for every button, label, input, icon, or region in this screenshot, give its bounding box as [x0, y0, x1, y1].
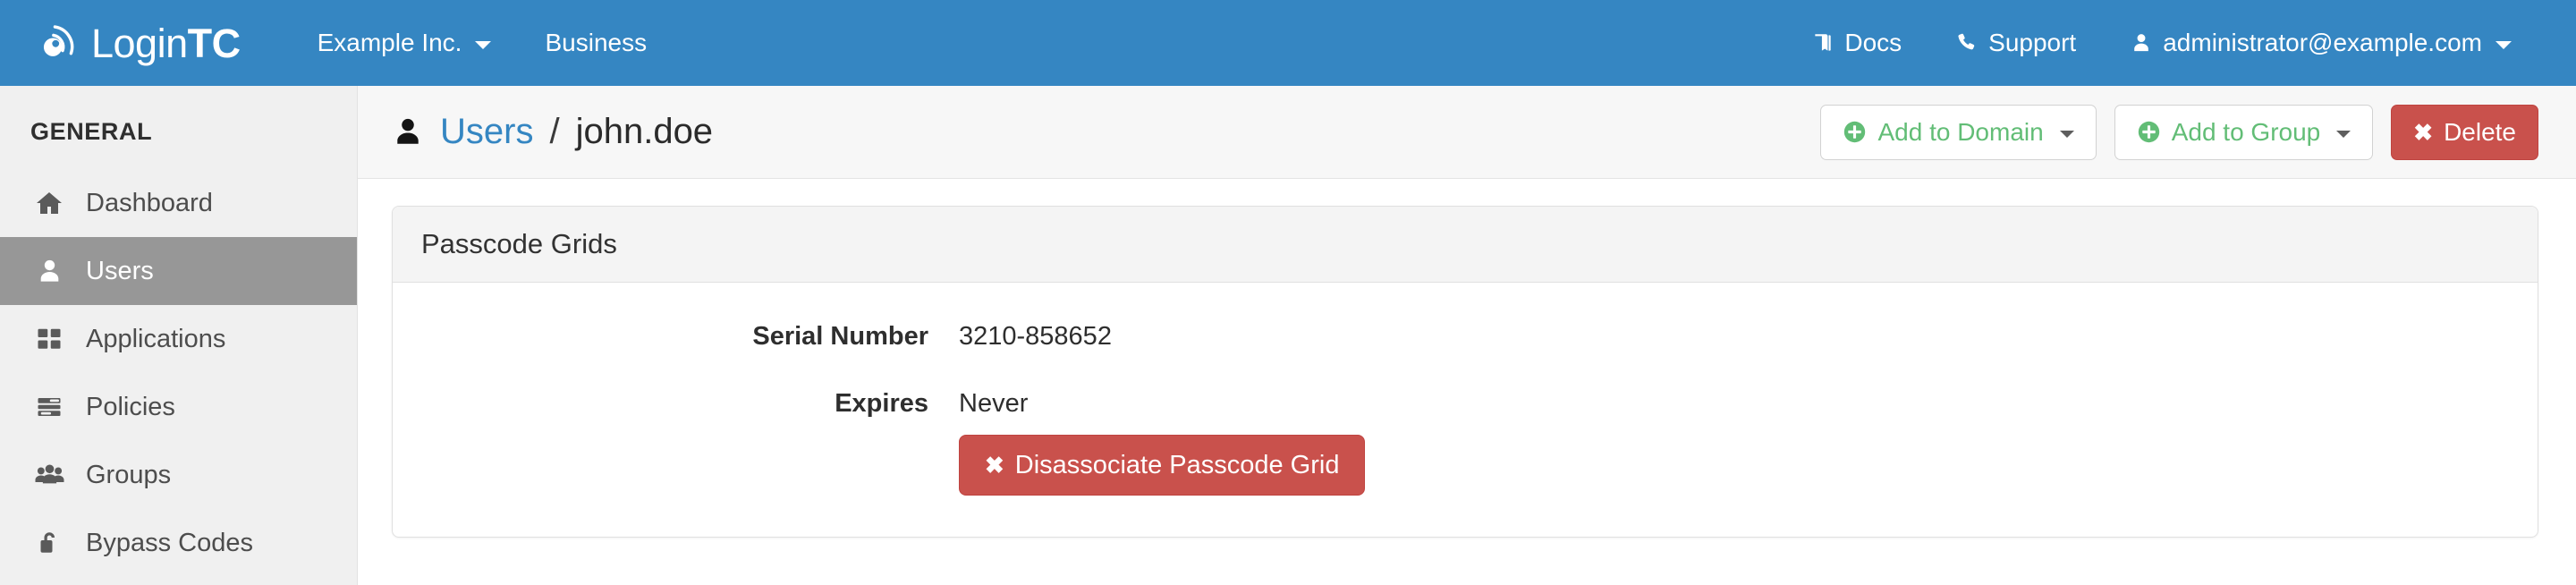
app-shell: GENERAL Dashboard Users Applications Pol…: [0, 86, 2576, 585]
sidebar-item-groups[interactable]: Groups: [0, 441, 357, 509]
brand-logo[interactable]: LoginTC: [34, 21, 241, 65]
nav-item-support-label: Support: [1988, 29, 2077, 56]
sidebar-section-heading: GENERAL: [30, 118, 153, 145]
brand-text: LoginTC: [91, 23, 241, 64]
sidebar-item-users[interactable]: Users: [0, 237, 357, 305]
user-icon: [2130, 31, 2153, 55]
add-to-domain-label: Add to Domain: [1877, 117, 2044, 146]
brand-text-bold: TC: [187, 20, 242, 66]
nav-item-account-label: administrator@example.com: [2163, 29, 2482, 56]
nav-item-organization[interactable]: Example Inc.: [291, 0, 519, 86]
delete-button-label: Delete: [2444, 117, 2516, 146]
nav-item-support[interactable]: Support: [1928, 0, 2103, 86]
sidebar-item-dashboard[interactable]: Dashboard: [0, 169, 357, 237]
chevron-down-icon: [2496, 40, 2512, 49]
breadcrumb: Users / john.doe: [392, 112, 713, 152]
add-to-group-label: Add to Group: [2171, 117, 2321, 146]
sidebar-item-policies[interactable]: Policies: [0, 373, 357, 441]
navbar-left-links: Example Inc. Business: [291, 0, 674, 86]
sidebar-item-dashboard-label: Dashboard: [86, 188, 213, 217]
sidebar-item-groups-label: Groups: [86, 460, 172, 489]
plus-circle-icon: [1843, 120, 1867, 144]
serial-number-label: Serial Number: [752, 322, 928, 351]
field-expires: Expires Never ✖ Disassociate Passcode Gr…: [393, 386, 2538, 496]
serial-number-value: 3210-858652: [959, 322, 1112, 351]
nav-item-business[interactable]: Business: [518, 0, 674, 86]
top-navbar: LoginTC Example Inc. Business Docs Suppo…: [0, 0, 2576, 86]
nav-item-business-label: Business: [545, 29, 648, 56]
disassociate-passcode-grid-label: Disassociate Passcode Grid: [1014, 450, 1340, 479]
expires-value-group: Never ✖ Disassociate Passcode Grid: [959, 386, 1366, 496]
list-icon: [32, 394, 66, 420]
nav-item-organization-label: Example Inc.: [317, 29, 462, 56]
content-area: Passcode Grids Serial Number 3210-858652…: [358, 179, 2576, 538]
sidebar-item-applications-label: Applications: [86, 324, 226, 353]
book-icon: [1811, 31, 1835, 55]
expires-value: Never: [959, 389, 1029, 418]
sidebar-item-bypass-codes-label: Bypass Codes: [86, 528, 253, 557]
user-icon: [32, 258, 66, 285]
field-serial-number: Serial Number 3210-858652: [393, 318, 2538, 352]
nav-item-docs[interactable]: Docs: [1784, 0, 1928, 86]
chevron-down-icon: [475, 40, 492, 49]
breadcrumb-current-user: john.doe: [575, 112, 714, 151]
chevron-down-icon: [2336, 130, 2351, 138]
chevron-down-icon: [2059, 130, 2074, 138]
nav-item-account[interactable]: administrator@example.com: [2103, 0, 2538, 86]
sidebar-item-applications[interactable]: Applications: [0, 305, 357, 373]
plus-circle-icon: [2137, 120, 2161, 144]
breadcrumb-separator: /: [549, 112, 560, 151]
grid-icon: [32, 326, 66, 352]
phone-icon: [1955, 31, 1979, 55]
expires-label: Expires: [835, 389, 928, 418]
user-icon: [392, 116, 424, 148]
sidebar-item-policies-label: Policies: [86, 392, 175, 421]
breadcrumb-link-users[interactable]: Users: [440, 112, 533, 152]
add-to-group-button[interactable]: Add to Group: [2114, 104, 2374, 160]
disassociate-passcode-grid-button[interactable]: ✖ Disassociate Passcode Grid: [959, 435, 1366, 496]
main-content: Users / john.doe Add to Domain Add to Gr…: [358, 86, 2576, 585]
page-header-actions: Add to Domain Add to Group ✖ Delete: [1820, 104, 2538, 160]
sidebar: GENERAL Dashboard Users Applications Pol…: [0, 86, 358, 585]
x-icon: ✖: [985, 452, 1004, 479]
page-header: Users / john.doe Add to Domain Add to Gr…: [358, 86, 2576, 179]
sidebar-item-users-label: Users: [86, 256, 154, 285]
sidebar-item-bypass-codes[interactable]: Bypass Codes: [0, 509, 357, 577]
home-icon: [32, 189, 66, 217]
add-to-domain-button[interactable]: Add to Domain: [1820, 104, 2097, 160]
panel-title: Passcode Grids: [393, 207, 2538, 283]
x-icon: ✖: [2413, 118, 2434, 146]
passcode-grids-panel: Passcode Grids Serial Number 3210-858652…: [392, 206, 2538, 538]
navbar-right-links: Docs Support administrator@example.com: [1784, 0, 2538, 86]
users-group-icon: [32, 462, 66, 489]
lentil-signal-logo-icon: [34, 21, 79, 65]
panel-body: Serial Number 3210-858652 Expires Never …: [393, 283, 2538, 537]
unlock-icon: [32, 530, 66, 556]
brand-text-light: Login: [91, 20, 188, 66]
nav-item-docs-label: Docs: [1844, 29, 1902, 56]
delete-button[interactable]: ✖ Delete: [2391, 104, 2538, 160]
